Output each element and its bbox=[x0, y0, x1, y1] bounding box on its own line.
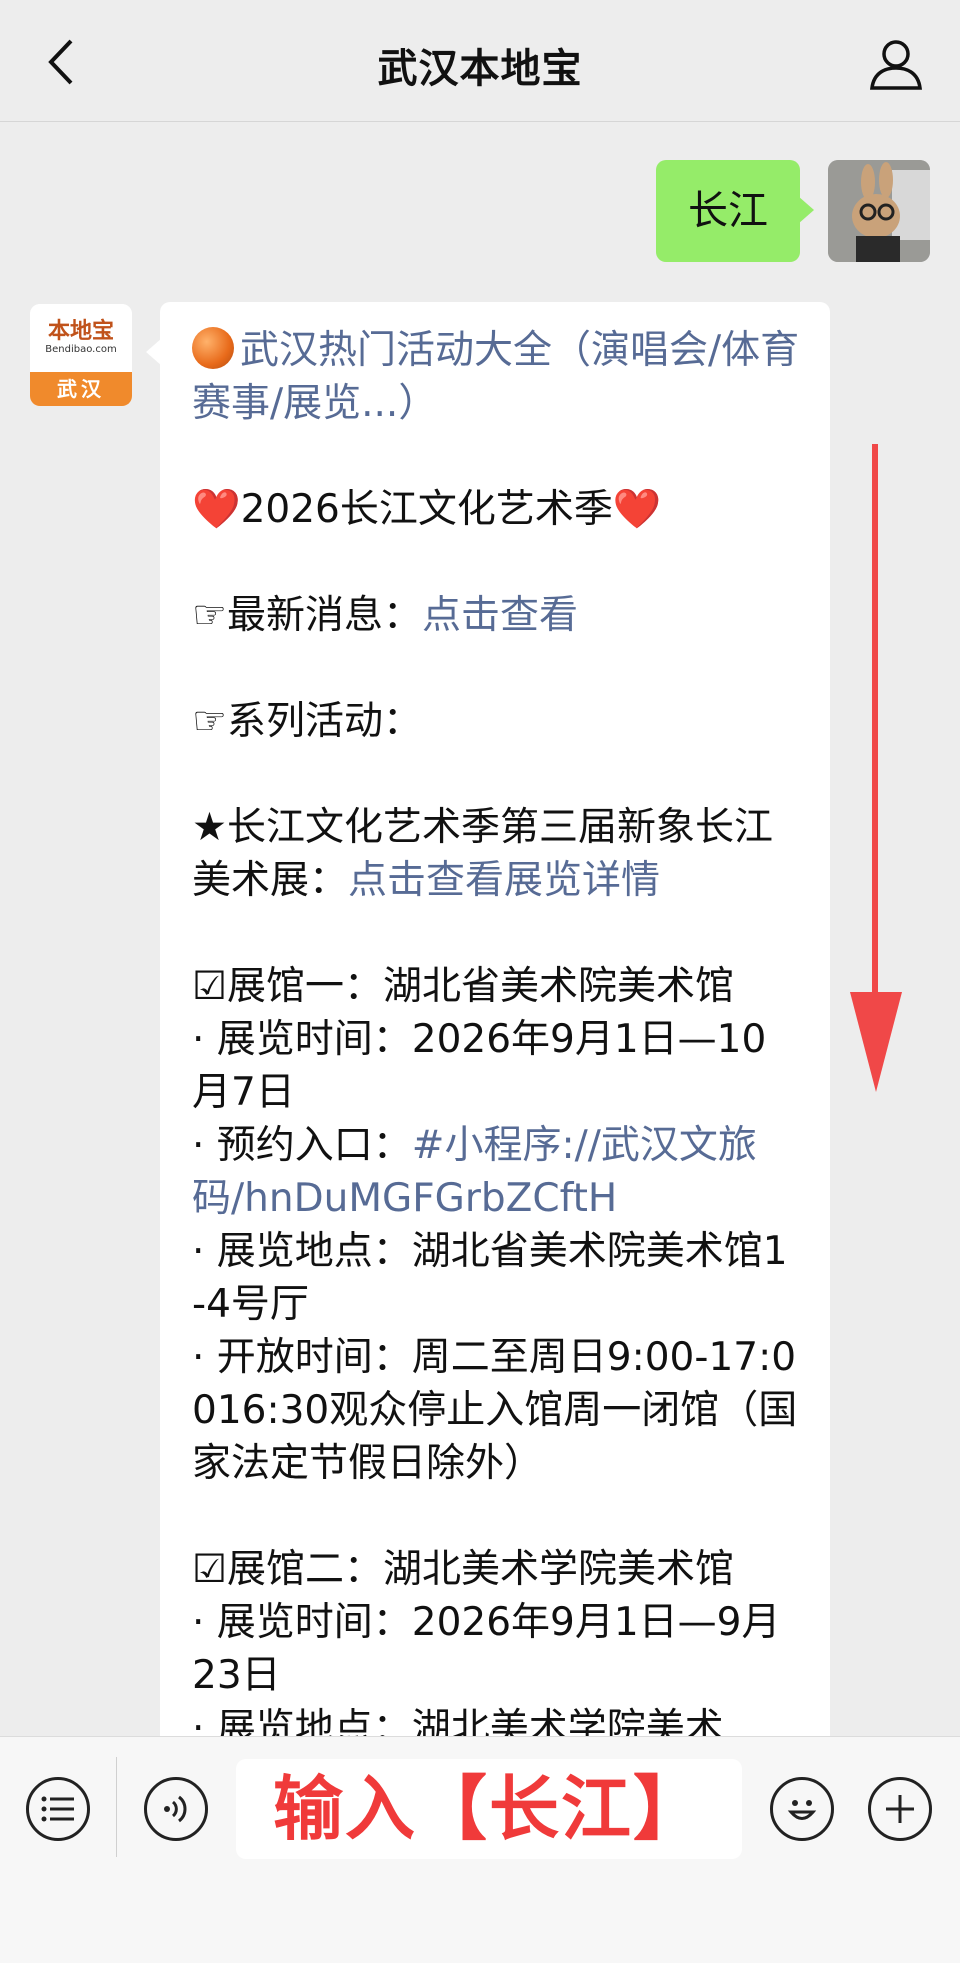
basketball-icon bbox=[192, 327, 234, 369]
avatar-city: 武汉 bbox=[30, 372, 132, 406]
voice-icon bbox=[164, 1795, 187, 1823]
venue1-booking-label: · 预约入口： bbox=[192, 1123, 412, 1168]
outgoing-bubble[interactable]: 长江 bbox=[656, 160, 814, 262]
chat-area[interactable]: 长江 本地宝 Bendibao.com 武汉 武汉热门活动大全（演唱会/体育赛事… bbox=[0, 122, 960, 1736]
venue2-time: · 展览时间：2026年9月1日—9月23日 bbox=[192, 1600, 781, 1698]
venue1-location: · 展览地点：湖北省美术院美术馆1-4号厅 bbox=[192, 1229, 788, 1327]
list-icon bbox=[41, 1796, 74, 1822]
series-label: ☞系列活动： bbox=[192, 699, 422, 744]
festival-title-text: 2026长江文化艺术季 bbox=[240, 487, 613, 532]
emoji-button[interactable] bbox=[770, 1777, 834, 1841]
rabbit-avatar-icon bbox=[828, 160, 930, 262]
exhibition-link[interactable]: 点击查看展览详情 bbox=[348, 858, 660, 903]
chat-title: 武汉本地宝 bbox=[377, 46, 583, 92]
plus-button[interactable] bbox=[868, 1777, 932, 1841]
avatar-logo-url: Bendibao.com bbox=[45, 344, 117, 355]
smiley-icon bbox=[787, 1800, 817, 1820]
exhibition-line: ★长江文化艺术季第三届新象长江美术展：点击查看展览详情 bbox=[192, 801, 800, 907]
venue2-location: · 展览地点：湖北美术学院美术 bbox=[192, 1706, 724, 1736]
profile-button[interactable] bbox=[868, 36, 924, 92]
input-hint-overlay: 输入【长江】 bbox=[273, 1768, 705, 1850]
menu-button[interactable] bbox=[26, 1777, 90, 1841]
incoming-bubble: 武汉热门活动大全（演唱会/体育赛事/展览...） ❤️2026长江文化艺术季❤️… bbox=[146, 302, 830, 1736]
plus-icon bbox=[886, 1795, 914, 1823]
outgoing-message: 长江 bbox=[656, 160, 930, 262]
venue1-booking: · 预约入口：#小程序://武汉文旅码/hnDuMGFGrbZCftH bbox=[192, 1119, 800, 1225]
chat-header: 武汉本地宝 bbox=[0, 0, 960, 122]
venue1-hours: · 开放时间：周二至周日9:00-17:0016:30观众停止入馆周一闭馆（国家… bbox=[192, 1335, 798, 1486]
headline-link[interactable]: 武汉热门活动大全（演唱会/体育赛事/展览...） bbox=[192, 328, 799, 426]
latest-news-label: ☞最新消息： bbox=[192, 593, 422, 638]
divider bbox=[116, 1757, 117, 1857]
headline-line: 武汉热门活动大全（演唱会/体育赛事/展览...） bbox=[192, 324, 800, 430]
voice-button[interactable] bbox=[144, 1777, 208, 1841]
venue1-time: · 展览时间：2026年9月1日—10月7日 bbox=[192, 1017, 767, 1115]
latest-news-line: ☞最新消息：点击查看 bbox=[192, 589, 800, 642]
user-avatar[interactable] bbox=[828, 160, 930, 262]
festival-title: ❤️2026长江文化艺术季❤️ bbox=[192, 483, 800, 536]
venue2-name: ☑展馆二：湖北美术学院美术馆 bbox=[192, 1547, 734, 1592]
latest-news-link[interactable]: 点击查看 bbox=[422, 593, 578, 638]
avatar-logo: 本地宝 Bendibao.com bbox=[30, 304, 132, 372]
official-account-avatar[interactable]: 本地宝 Bendibao.com 武汉 bbox=[30, 304, 132, 406]
venue1-name: ☑展馆一：湖北省美术院美术馆 bbox=[192, 964, 734, 1009]
input-bar: 输入【长江】 bbox=[0, 1736, 960, 1963]
user-icon bbox=[870, 40, 922, 90]
heart-icon: ❤️ bbox=[192, 487, 241, 532]
scroll-down-arrow-icon bbox=[850, 444, 902, 1092]
heart-icon: ❤️ bbox=[612, 487, 662, 532]
avatar-logo-text: 本地宝 bbox=[47, 319, 114, 344]
